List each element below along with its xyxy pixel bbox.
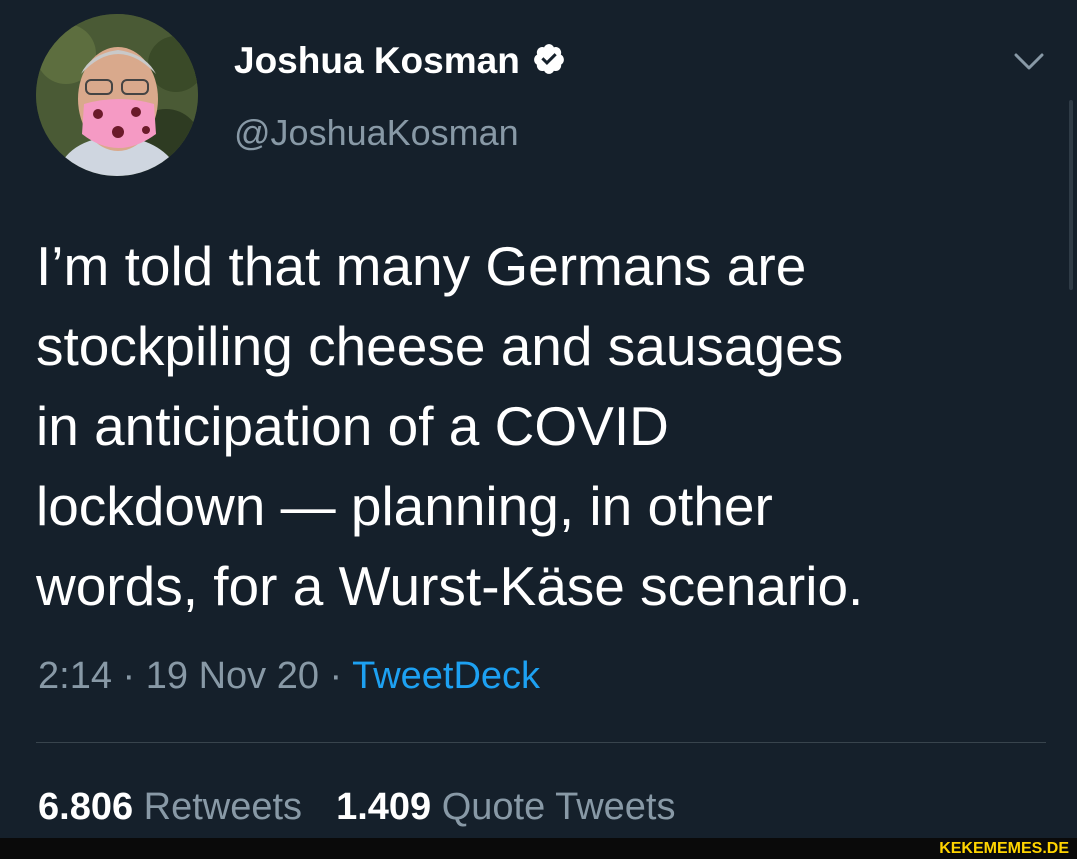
tweet-time[interactable]: 2:14 xyxy=(38,655,112,697)
tweet-metadata: 2:14 · 19 Nov 20 · TweetDeck xyxy=(38,655,540,698)
tweet-source-link[interactable]: TweetDeck xyxy=(352,655,540,697)
tweet-date[interactable]: 19 Nov 20 xyxy=(146,655,319,697)
scrollbar[interactable] xyxy=(1069,100,1073,290)
avatar[interactable] xyxy=(36,14,198,176)
retweets-stat[interactable]: 6.806 Retweets xyxy=(38,786,302,829)
tweet-stats: 6.806 Retweets 1.409 Quote Tweets xyxy=(38,786,676,829)
quote-tweets-label: Quote Tweets xyxy=(441,786,676,828)
meta-separator: · xyxy=(329,655,343,697)
watermark-bar xyxy=(0,838,1077,859)
chevron-down-icon[interactable] xyxy=(1010,46,1048,76)
watermark: KEKEMEMES.DE xyxy=(939,840,1069,857)
quote-tweets-count: 1.409 xyxy=(336,786,432,828)
retweets-label: Retweets xyxy=(143,786,303,828)
author-handle[interactable]: @JoshuaKosman xyxy=(234,112,519,154)
meta-separator: · xyxy=(122,655,136,697)
verified-badge-icon xyxy=(532,42,566,81)
retweets-count: 6.806 xyxy=(38,786,134,828)
divider xyxy=(36,742,1046,743)
author-name-row[interactable]: Joshua Kosman xyxy=(234,40,566,82)
author-display-name[interactable]: Joshua Kosman xyxy=(234,40,520,82)
quote-tweets-stat[interactable]: 1.409 Quote Tweets xyxy=(336,786,675,829)
tweet-detail: Joshua Kosman @JoshuaKosman I’m told tha… xyxy=(0,0,1077,859)
tweet-text: I’m told that many Germans are stockpili… xyxy=(36,235,864,617)
